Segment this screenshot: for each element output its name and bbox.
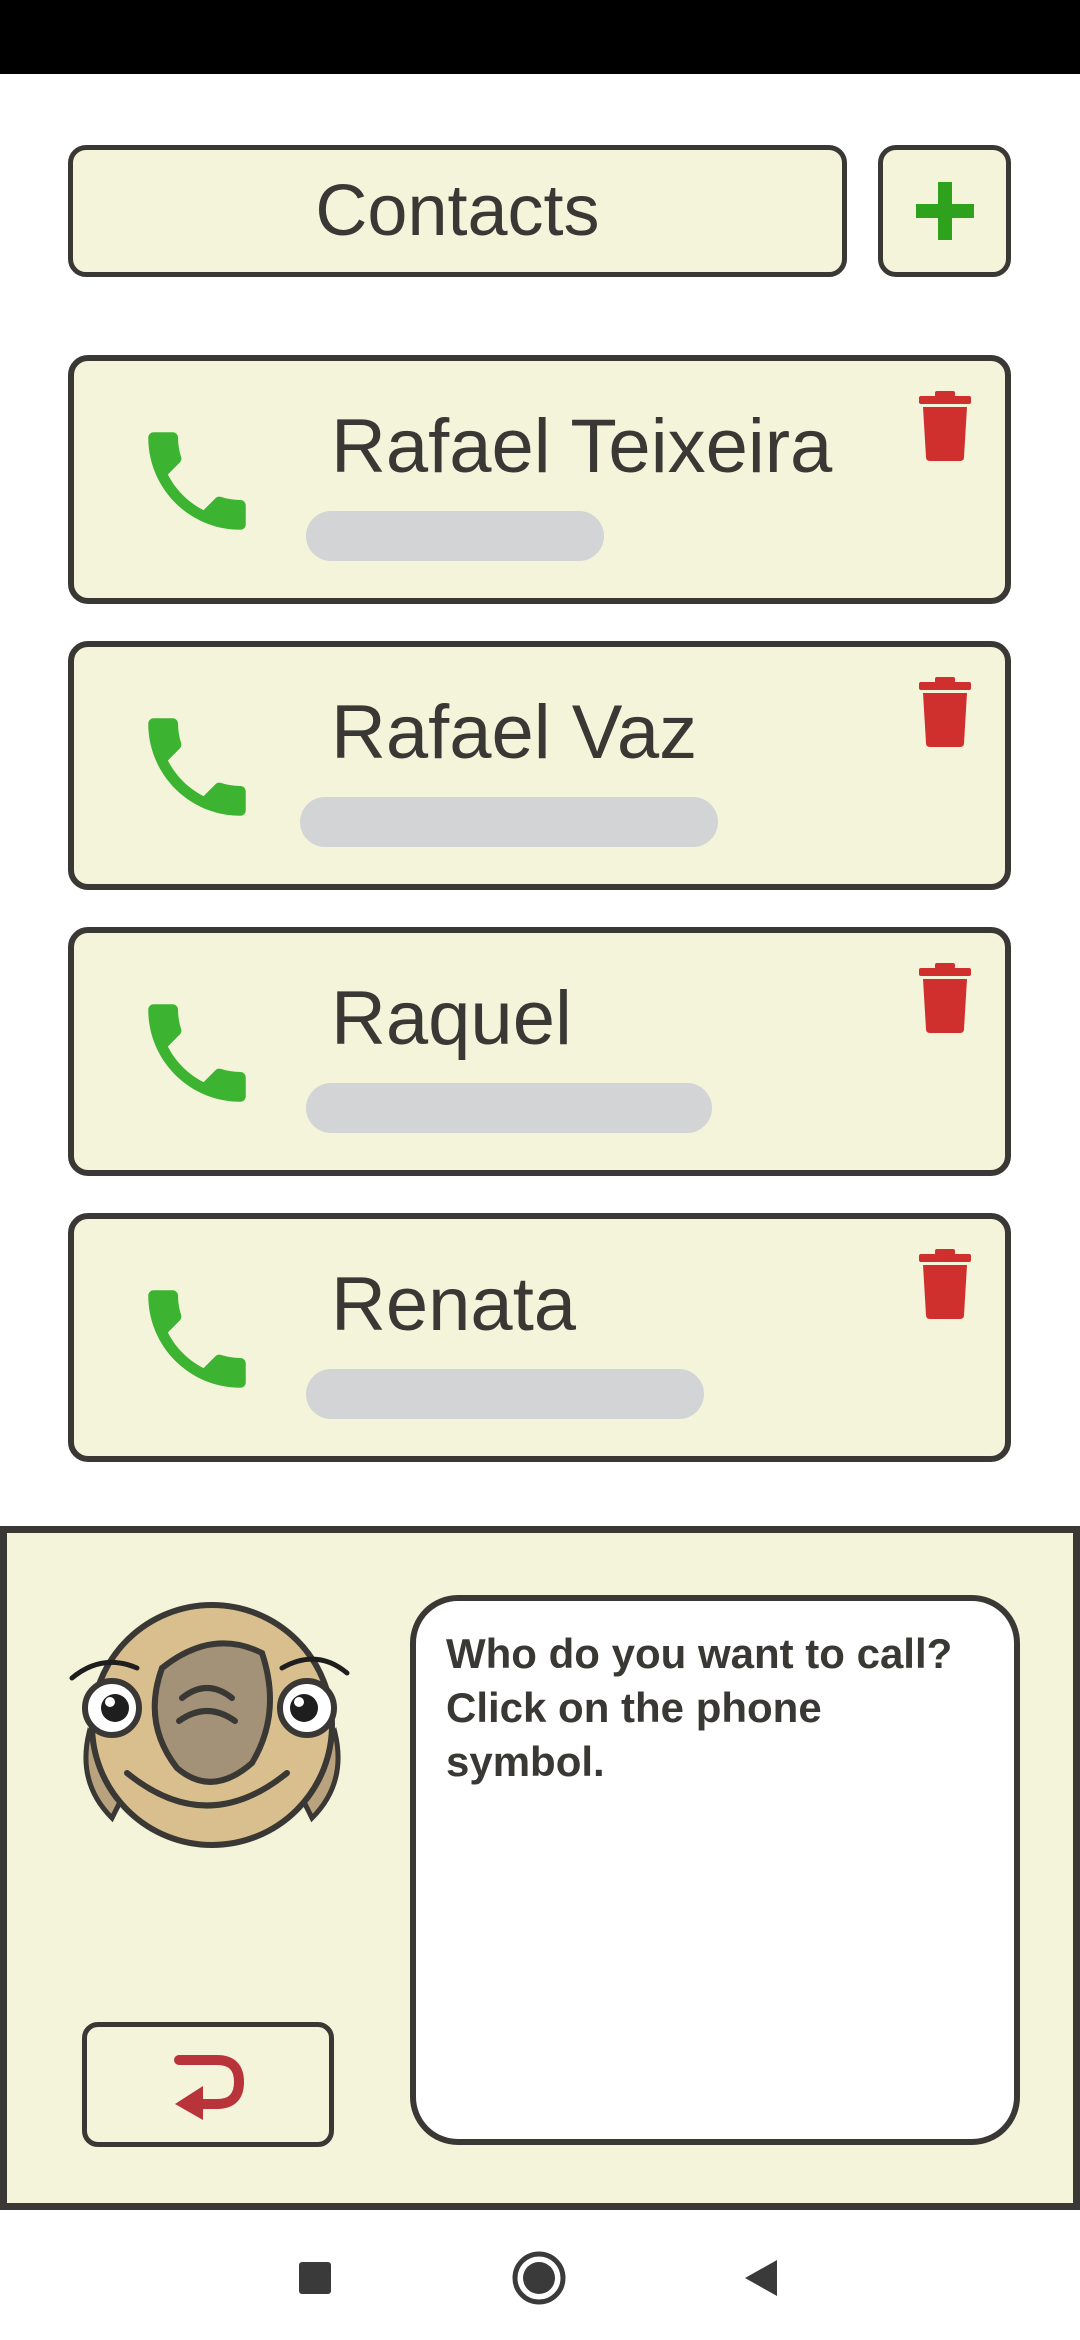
delete-contact-button[interactable]: [917, 963, 973, 1033]
contacts-screen: Contacts Rafael Teixeira redacted: [0, 74, 1080, 2210]
back-triangle-icon: [745, 2260, 777, 2296]
contact-card: Renata redacted: [68, 1213, 1011, 1462]
delete-contact-button[interactable]: [917, 677, 973, 747]
contact-name: Raquel: [331, 976, 572, 1061]
trash-icon: [919, 1249, 971, 1319]
delete-contact-button[interactable]: [917, 1249, 973, 1319]
speech-bubble: Who do you want to call? Click on the ph…: [410, 1595, 1020, 2145]
back-nav-button[interactable]: [731, 2248, 791, 2308]
assistant-panel: Who do you want to call? Click on the ph…: [0, 1526, 1080, 2210]
system-nav-bar: [0, 2210, 1080, 2340]
phone-icon: [148, 432, 246, 530]
phone-icon: [148, 1290, 246, 1388]
return-arrow-icon: [174, 2054, 245, 2120]
sloth-mascot-icon: [67, 1593, 357, 1853]
call-button[interactable]: [132, 1274, 262, 1404]
contact-number-redacted: redacted: [306, 1369, 704, 1419]
phone-icon: [148, 718, 246, 816]
contact-card: Rafael Teixeira redacted: [68, 355, 1011, 604]
delete-contact-button[interactable]: [917, 391, 973, 461]
status-bar: [0, 0, 1080, 74]
contact-card: Raquel redacted: [68, 927, 1011, 1176]
plus-icon: [915, 182, 974, 240]
add-contact-button[interactable]: [878, 145, 1011, 277]
contact-number-redacted: redacted: [306, 511, 604, 561]
trash-icon: [919, 677, 971, 747]
contact-name: Renata: [331, 1262, 577, 1347]
back-button[interactable]: [82, 2022, 334, 2147]
assistant-message: Who do you want to call? Click on the ph…: [446, 1630, 953, 1785]
phone-icon: [148, 1004, 246, 1102]
trash-icon: [919, 963, 971, 1033]
call-button[interactable]: [132, 702, 262, 832]
contact-card: Rafael Vaz redacted: [68, 641, 1011, 890]
call-button[interactable]: [132, 416, 262, 546]
home-button[interactable]: [509, 2248, 569, 2308]
contact-number-redacted: redacted: [306, 1083, 712, 1133]
contact-number-redacted: redacted: [300, 797, 718, 847]
page-title: Contacts: [68, 145, 847, 277]
home-circle-icon: [512, 2251, 566, 2305]
call-button[interactable]: [132, 988, 262, 1118]
recents-square-icon: [299, 2262, 331, 2294]
contact-name: Rafael Vaz: [331, 690, 698, 775]
recents-button[interactable]: [285, 2248, 345, 2308]
trash-icon: [919, 391, 971, 461]
contact-name: Rafael Teixeira: [331, 404, 833, 489]
